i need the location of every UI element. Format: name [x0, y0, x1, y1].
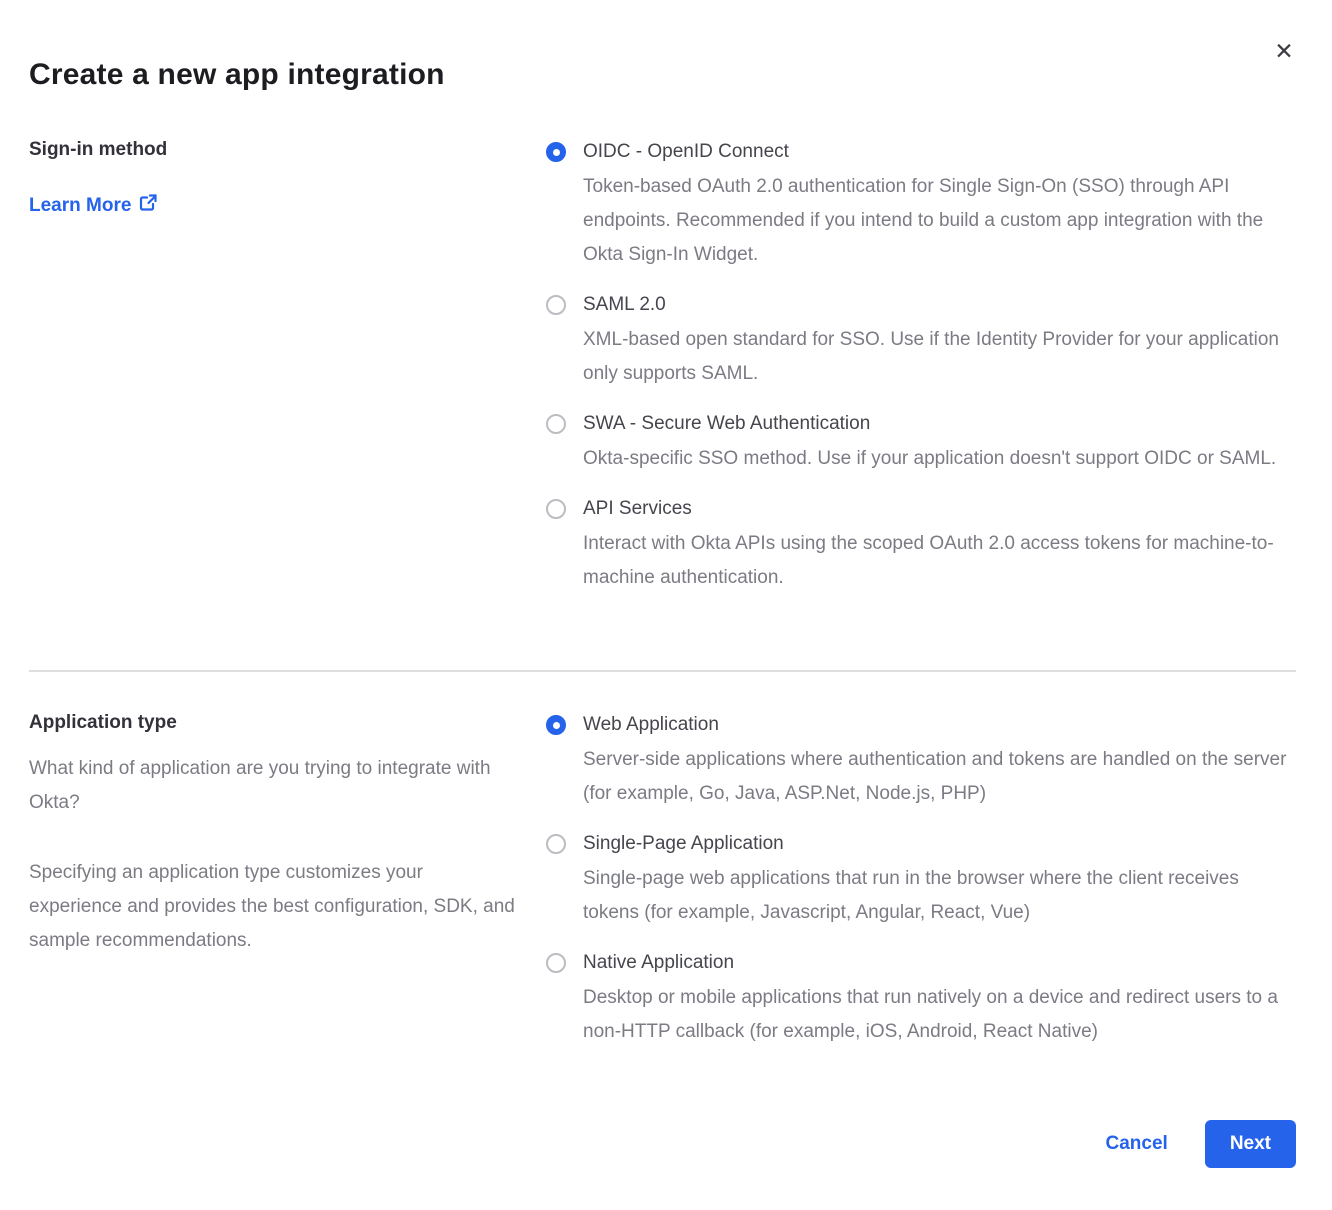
option-oidc-label[interactable]: OIDC - OpenID Connect: [583, 140, 1295, 163]
option-web-application-label[interactable]: Web Application: [583, 713, 1295, 736]
application-type-explanation: Specifying an application type customize…: [29, 856, 516, 958]
cancel-button[interactable]: Cancel: [1106, 1133, 1168, 1155]
close-icon[interactable]: ✕: [1270, 38, 1298, 66]
learn-more-link[interactable]: Learn More: [29, 193, 158, 218]
application-type-section: Application type What kind of applicatio…: [29, 712, 1296, 1070]
radio-spa[interactable]: [546, 834, 566, 854]
radio-api-services[interactable]: [546, 499, 566, 519]
option-spa-label[interactable]: Single-Page Application: [583, 832, 1295, 855]
option-saml-description: XML-based open standard for SSO. Use if …: [583, 323, 1295, 391]
option-swa[interactable]: SWA - Secure Web Authentication Okta-spe…: [546, 412, 1296, 476]
option-swa-label[interactable]: SWA - Secure Web Authentication: [583, 412, 1295, 435]
next-button[interactable]: Next: [1205, 1120, 1296, 1168]
signin-method-heading: Sign-in method: [29, 139, 516, 161]
application-type-options: Web Application Server-side applications…: [546, 712, 1296, 1070]
option-native-application-description: Desktop or mobile applications that run …: [583, 981, 1295, 1049]
option-native-application-label[interactable]: Native Application: [583, 951, 1295, 974]
application-type-question: What kind of application are you trying …: [29, 752, 516, 820]
learn-more-label: Learn More: [29, 195, 131, 217]
dialog-footer: Cancel Next: [29, 1120, 1296, 1168]
option-oidc-description: Token-based OAuth 2.0 authentication for…: [583, 170, 1295, 272]
option-saml-label[interactable]: SAML 2.0: [583, 293, 1295, 316]
radio-oidc-selected[interactable]: [546, 142, 566, 162]
external-link-icon: [139, 193, 158, 218]
create-app-integration-dialog: ✕ Create a new app integration Sign-in m…: [0, 0, 1332, 1210]
radio-swa[interactable]: [546, 414, 566, 434]
application-type-left-column: Application type What kind of applicatio…: [29, 712, 546, 994]
application-type-heading: Application type: [29, 712, 516, 734]
signin-method-section: Sign-in method Learn More OIDC - OpenID …: [29, 139, 1296, 616]
option-api-services-description: Interact with Okta APIs using the scoped…: [583, 527, 1295, 595]
dialog-title: Create a new app integration: [29, 58, 1296, 92]
radio-web-application-selected[interactable]: [546, 715, 566, 735]
section-divider: [29, 670, 1296, 672]
option-saml[interactable]: SAML 2.0 XML-based open standard for SSO…: [546, 293, 1296, 391]
option-api-services[interactable]: API Services Interact with Okta APIs usi…: [546, 497, 1296, 595]
option-native-application[interactable]: Native Application Desktop or mobile app…: [546, 951, 1296, 1049]
signin-method-options: OIDC - OpenID Connect Token-based OAuth …: [546, 139, 1296, 616]
option-api-services-label[interactable]: API Services: [583, 497, 1295, 520]
option-oidc[interactable]: OIDC - OpenID Connect Token-based OAuth …: [546, 140, 1296, 272]
signin-method-left-column: Sign-in method Learn More: [29, 139, 546, 218]
option-web-application[interactable]: Web Application Server-side applications…: [546, 713, 1296, 811]
option-web-application-description: Server-side applications where authentic…: [583, 743, 1295, 811]
option-swa-description: Okta-specific SSO method. Use if your ap…: [583, 442, 1295, 476]
radio-saml[interactable]: [546, 295, 566, 315]
radio-native-application[interactable]: [546, 953, 566, 973]
option-spa[interactable]: Single-Page Application Single-page web …: [546, 832, 1296, 930]
option-spa-description: Single-page web applications that run in…: [583, 862, 1295, 930]
